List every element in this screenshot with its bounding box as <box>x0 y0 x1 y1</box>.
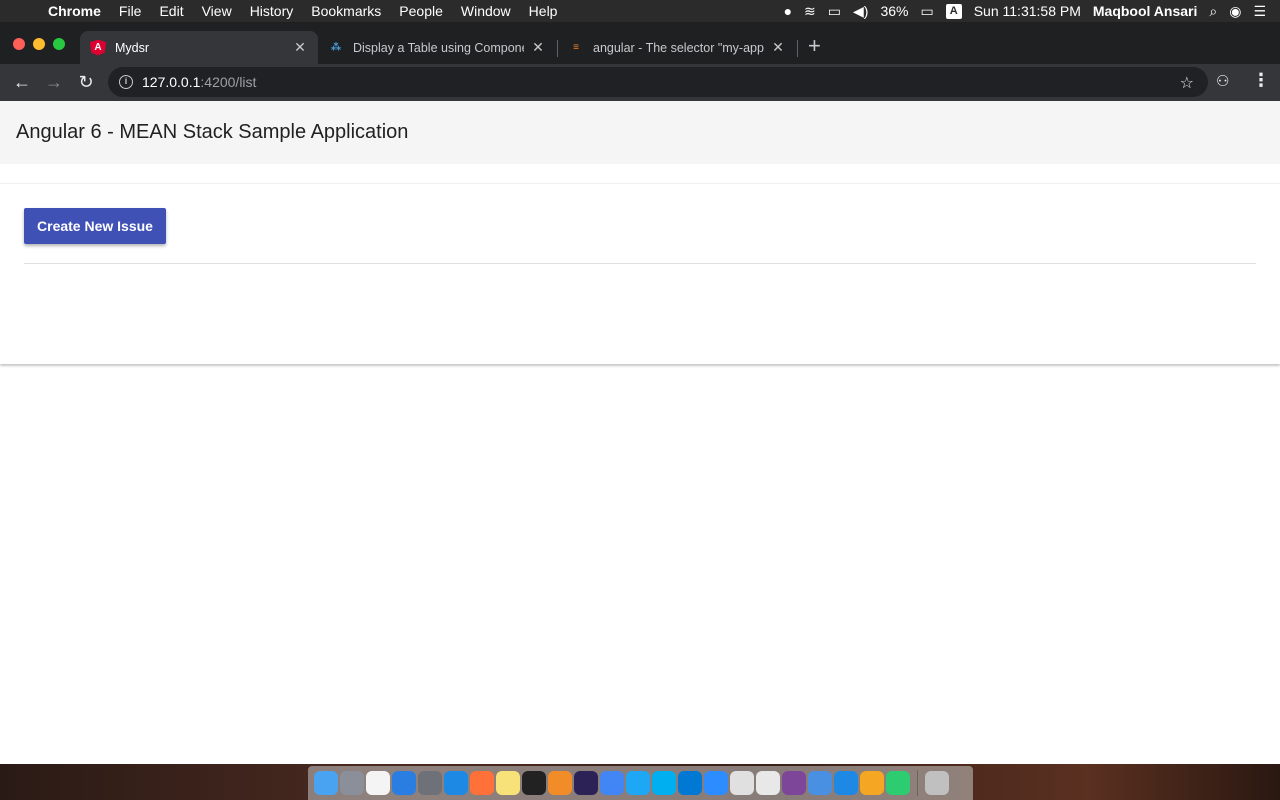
new-tab-icon[interactable]: + <box>808 35 821 57</box>
dock-separator <box>917 770 918 796</box>
url-path: :4200/list <box>200 74 257 90</box>
preview-icon[interactable] <box>730 771 754 795</box>
menu-clock[interactable]: Sun 11:31:58 PM <box>974 3 1081 19</box>
volume-icon[interactable]: ◀) <box>853 4 868 18</box>
menu-window[interactable]: Window <box>452 3 520 19</box>
safari-icon[interactable] <box>626 771 650 795</box>
page-title: Angular 6 - MEAN Stack Sample Applicatio… <box>16 121 409 143</box>
menu-people[interactable]: People <box>390 3 452 19</box>
app-toolbar: Angular 6 - MEAN Stack Sample Applicatio… <box>0 101 1280 164</box>
bookmark-star-icon[interactable]: ☆ <box>1180 73 1194 93</box>
input-source-icon[interactable]: A <box>945 3 962 19</box>
status-app-icon[interactable]: ● <box>784 4 792 18</box>
menu-edit[interactable]: Edit <box>150 3 192 19</box>
menu-history[interactable]: History <box>241 3 303 19</box>
macos-dock <box>308 766 973 800</box>
battery-percent[interactable]: 36% <box>880 3 908 19</box>
address-bar[interactable]: i 127.0.0.1:4200/list ☆ <box>108 67 1208 97</box>
browser-toolbar: ← → ↻ i 127.0.0.1:4200/list ☆ ⚇ ⋮ <box>0 64 1280 101</box>
tab-title: angular - The selector "my-app <box>593 40 764 55</box>
incognito-extension-icon[interactable]: ⚇ <box>1216 72 1229 90</box>
close-tab-icon[interactable]: ✕ <box>292 39 308 56</box>
minimize-window-icon[interactable] <box>33 38 45 50</box>
menu-app-name[interactable]: Chrome <box>46 3 110 19</box>
chrome-icon[interactable] <box>600 771 624 795</box>
calendar-icon[interactable] <box>366 771 390 795</box>
battery-icon[interactable]: ▭ <box>920 4 933 18</box>
page-content: Angular 6 - MEAN Stack Sample Applicatio… <box>0 101 1280 764</box>
tab-title: Display a Table using Compone <box>353 40 524 55</box>
window-controls <box>13 38 65 50</box>
menu-view[interactable]: View <box>193 3 241 19</box>
chrome-tab-strip: A Mydsr ✕ ⁂ Display a Table using Compon… <box>0 22 1280 64</box>
tab-mydsr[interactable]: A Mydsr ✕ <box>80 31 318 64</box>
issue-list-card: Create New Issue <box>0 183 1280 364</box>
launchpad-icon[interactable] <box>340 771 364 795</box>
chrome-menu-icon[interactable]: ⋮ <box>1252 70 1270 91</box>
transmit-icon[interactable] <box>860 771 884 795</box>
xcode-alt-icon[interactable] <box>834 771 858 795</box>
notes-icon[interactable] <box>496 771 520 795</box>
terminal-icon[interactable] <box>522 771 546 795</box>
fullscreen-window-icon[interactable] <box>53 38 65 50</box>
sublime-icon[interactable] <box>548 771 572 795</box>
divider <box>24 263 1256 264</box>
airplay-icon[interactable]: ▭ <box>828 4 841 18</box>
tab-separator <box>797 40 798 57</box>
notification-center-icon[interactable]: ☰ <box>1253 4 1266 18</box>
menu-file[interactable]: File <box>110 3 151 19</box>
close-tab-icon[interactable]: ✕ <box>530 39 546 56</box>
spotlight-search-icon[interactable]: ⌕ <box>1209 4 1217 18</box>
menu-user[interactable]: Maqbool Ansari <box>1093 3 1198 19</box>
siri-icon[interactable]: ◉ <box>1229 4 1241 18</box>
reload-icon[interactable]: ↻ <box>70 72 102 93</box>
skype-business-icon[interactable] <box>678 771 702 795</box>
trash-icon[interactable] <box>925 771 949 795</box>
system-preferences-icon[interactable] <box>418 771 442 795</box>
skype-icon[interactable] <box>652 771 676 795</box>
create-new-issue-button[interactable]: Create New Issue <box>24 208 166 244</box>
vscode-icon[interactable] <box>444 771 468 795</box>
menu-help[interactable]: Help <box>520 3 567 19</box>
xcode-icon[interactable] <box>392 771 416 795</box>
wifi-icon[interactable]: ≋ <box>804 4 816 18</box>
menu-bookmarks[interactable]: Bookmarks <box>302 3 390 19</box>
site-info-icon[interactable]: i <box>119 75 133 89</box>
tor-icon[interactable] <box>782 771 806 795</box>
slack-icon[interactable] <box>756 771 780 795</box>
close-window-icon[interactable] <box>13 38 25 50</box>
macos-menu-bar: Chrome File Edit View History Bookmarks … <box>0 0 1280 22</box>
sourcetree-icon[interactable] <box>886 771 910 795</box>
zoom-icon[interactable] <box>704 771 728 795</box>
close-tab-icon[interactable]: ✕ <box>770 39 786 56</box>
url-host: 127.0.0.1 <box>142 74 201 90</box>
eclipse-icon[interactable] <box>574 771 598 795</box>
finder-icon[interactable] <box>314 771 338 795</box>
dots-icon: ⁂ <box>330 42 342 53</box>
tab-stackoverflow[interactable]: ≡ angular - The selector "my-app ✕ <box>558 31 796 64</box>
firefox-icon[interactable] <box>470 771 494 795</box>
tab-display-table[interactable]: ⁂ Display a Table using Compone ✕ <box>318 31 556 64</box>
finder-alt-icon[interactable] <box>808 771 832 795</box>
back-icon[interactable]: ← <box>6 72 38 93</box>
tab-title: Mydsr <box>115 40 150 55</box>
angular-icon: A <box>90 39 106 56</box>
stackoverflow-icon: ≡ <box>573 42 579 53</box>
forward-icon[interactable]: → <box>38 72 70 93</box>
